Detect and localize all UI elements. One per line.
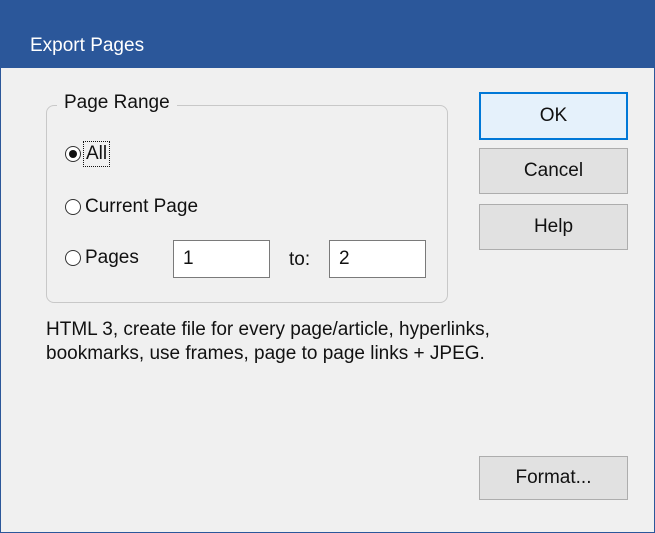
description-line-1: HTML 3, create file for every page/artic…: [46, 319, 490, 340]
help-button[interactable]: Help: [479, 204, 628, 250]
description-line-2: bookmarks, use frames, page to page link…: [46, 343, 485, 364]
export-pages-dialog: Export Pages Page Range All Current Page…: [0, 0, 655, 533]
dialog-title: Export Pages: [30, 35, 145, 56]
radio-all-label: All: [82, 141, 111, 167]
radio-pages[interactable]: Pages: [65, 247, 139, 269]
pages-to-input[interactable]: 2: [329, 240, 426, 278]
radio-current-page-label: Current Page: [85, 196, 199, 217]
export-format-description: HTML 3, create file for every page/artic…: [46, 318, 606, 366]
pages-from-input[interactable]: 1: [173, 240, 270, 278]
radio-pages-indicator[interactable]: [65, 250, 81, 266]
cancel-button[interactable]: Cancel: [479, 148, 628, 194]
radio-all-indicator[interactable]: [65, 146, 81, 162]
radio-all[interactable]: All: [65, 141, 111, 167]
radio-current-page-indicator[interactable]: [65, 199, 81, 215]
title-bar[interactable]: Export Pages: [1, 0, 655, 68]
page-range-group-label: Page Range: [57, 92, 177, 114]
format-button[interactable]: Format...: [479, 456, 628, 500]
ok-button[interactable]: OK: [479, 92, 628, 140]
pages-to-label: to:: [289, 249, 311, 270]
radio-current-page[interactable]: Current Page: [65, 196, 198, 218]
radio-pages-label: Pages: [85, 247, 139, 268]
